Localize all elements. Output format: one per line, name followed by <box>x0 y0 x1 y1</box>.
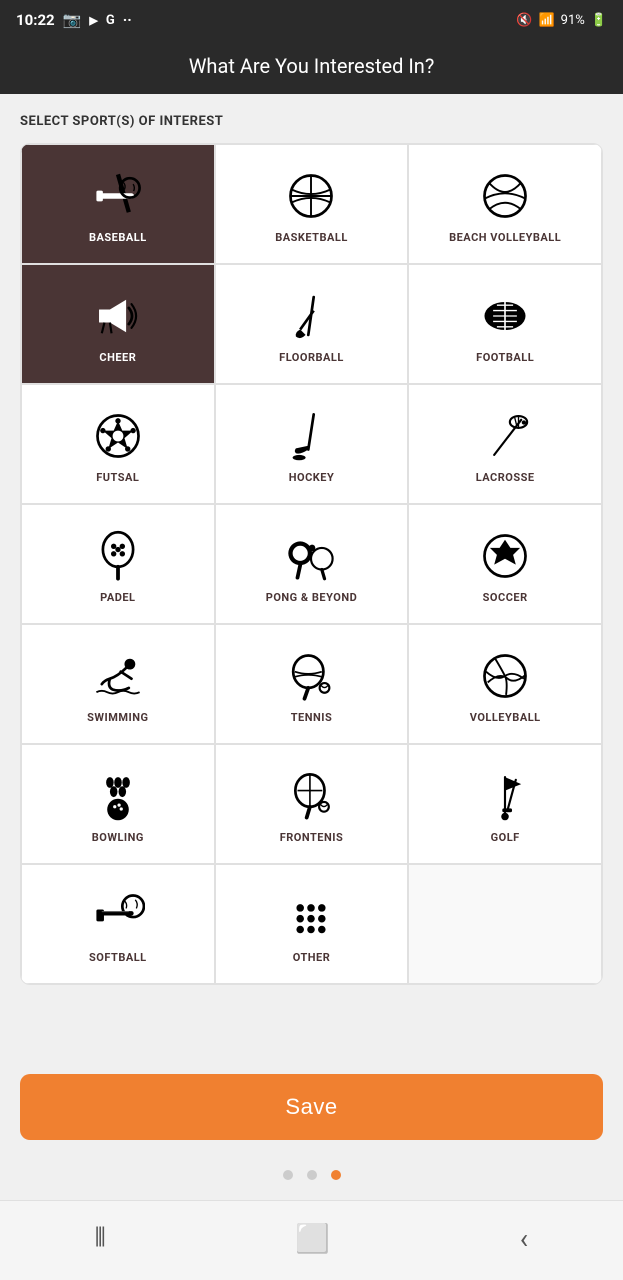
camera-icon: 📷 <box>63 11 82 29</box>
dot-2 <box>307 1170 317 1180</box>
padel-icon <box>91 529 145 583</box>
sport-bowling[interactable]: BOWLING <box>21 744 215 864</box>
dot-1 <box>283 1170 293 1180</box>
save-button[interactable]: Save <box>20 1074 603 1140</box>
sport-swimming[interactable]: SWIMMING <box>21 624 215 744</box>
baseball-label: BASEBALL <box>89 231 147 244</box>
battery-icon: 🔋 <box>591 13 607 28</box>
sport-soccer[interactable]: SOCCER <box>408 504 602 624</box>
swimming-label: SWIMMING <box>87 711 148 724</box>
status-bar: 10:22 📷 ▶ G ·· 🔇 📶 91% 🔋 <box>0 0 623 40</box>
dots-icon: ·· <box>123 11 132 29</box>
volleyball-icon <box>478 649 532 703</box>
home-square-icon[interactable]: ⬜ <box>295 1222 330 1255</box>
sport-basketball[interactable]: BASKETBALL <box>215 144 409 264</box>
sport-baseball[interactable]: BASEBALL <box>21 144 215 264</box>
padel-label: PADEL <box>100 591 135 604</box>
softball-icon <box>91 889 145 943</box>
bowling-icon <box>91 769 145 823</box>
sport-tennis[interactable]: TENNIS <box>215 624 409 744</box>
page-title: What Are You Interested In? <box>189 54 435 78</box>
sport-floorball[interactable]: FLOORBALL <box>215 264 409 384</box>
cheer-label: CHEER <box>99 351 136 364</box>
wifi-icon: 📶 <box>538 13 554 28</box>
sport-other[interactable]: OTHER <box>215 864 409 984</box>
futsal-label: FUTSAL <box>96 471 139 484</box>
lacrosse-label: LACROSSE <box>476 471 535 484</box>
sport-volleyball[interactable]: VOLLEYBALL <box>408 624 602 744</box>
softball-label: SOFTBALL <box>89 951 147 964</box>
frontenis-icon <box>284 769 338 823</box>
status-time: 10:22 <box>16 11 55 29</box>
sport-frontenis[interactable]: FRONTENIS <box>215 744 409 864</box>
frontenis-label: FRONTENIS <box>280 831 344 844</box>
back-arrow-icon[interactable]: ‹ <box>520 1222 528 1255</box>
tennis-icon <box>284 649 338 703</box>
golf-label: GOLF <box>491 831 520 844</box>
football-icon <box>478 289 532 343</box>
sport-cheer[interactable]: CHEER <box>21 264 215 384</box>
other-label: OTHER <box>293 951 331 964</box>
page-header: What Are You Interested In? <box>0 40 623 94</box>
main-content: SELECT SPORT(S) OF INTEREST BASEBALL <box>0 94 623 1054</box>
swimming-icon <box>91 649 145 703</box>
section-title: SELECT SPORT(S) OF INTEREST <box>20 114 603 129</box>
futsal-icon <box>91 409 145 463</box>
cheer-icon <box>91 289 145 343</box>
basketball-icon <box>284 169 338 223</box>
page-dots <box>0 1160 623 1200</box>
sport-pong-beyond[interactable]: PONG & BEYOND <box>215 504 409 624</box>
sport-golf[interactable]: GOLF <box>408 744 602 864</box>
battery-text: 91% <box>561 13 585 28</box>
hockey-label: HOCKEY <box>289 471 335 484</box>
other-icon <box>284 889 338 943</box>
sport-padel[interactable]: PADEL <box>21 504 215 624</box>
soccer-icon <box>478 529 532 583</box>
sport-softball[interactable]: SOFTBALL <box>21 864 215 984</box>
bowling-label: BOWLING <box>92 831 144 844</box>
g-icon: G <box>106 13 115 28</box>
save-section: Save <box>0 1054 623 1160</box>
floorball-icon <box>284 289 338 343</box>
mute-icon: 🔇 <box>516 13 532 28</box>
hockey-icon <box>284 409 338 463</box>
golf-icon <box>478 769 532 823</box>
pong-beyond-icon <box>284 529 338 583</box>
beach-volleyball-icon <box>478 169 532 223</box>
dot-3 <box>331 1170 341 1180</box>
beach-volleyball-label: BEACH VOLLEYBALL <box>449 231 561 244</box>
sport-futsal[interactable]: FUTSAL <box>21 384 215 504</box>
pong-beyond-label: PONG & BEYOND <box>266 591 358 604</box>
back-lines-icon[interactable]: ⫴ <box>95 1223 106 1254</box>
soccer-label: SOCCER <box>483 591 528 604</box>
tennis-label: TENNIS <box>291 711 333 724</box>
lacrosse-icon <box>478 409 532 463</box>
baseball-icon <box>91 169 145 223</box>
sport-lacrosse[interactable]: LACROSSE <box>408 384 602 504</box>
football-label: FOOTBALL <box>476 351 534 364</box>
basketball-label: BASKETBALL <box>275 231 348 244</box>
nav-bar: ⫴ ⬜ ‹ <box>0 1200 623 1280</box>
play-icon: ▶ <box>89 14 97 27</box>
sport-beach-volleyball[interactable]: BEACH VOLLEYBALL <box>408 144 602 264</box>
sport-hockey[interactable]: HOCKEY <box>215 384 409 504</box>
sport-football[interactable]: FOOTBALL <box>408 264 602 384</box>
sports-grid: BASEBALL BASKETBALL BEACH VOLLEYBALL <box>20 143 603 985</box>
empty-cell <box>408 864 602 984</box>
volleyball-label: VOLLEYBALL <box>470 711 541 724</box>
floorball-label: FLOORBALL <box>279 351 344 364</box>
